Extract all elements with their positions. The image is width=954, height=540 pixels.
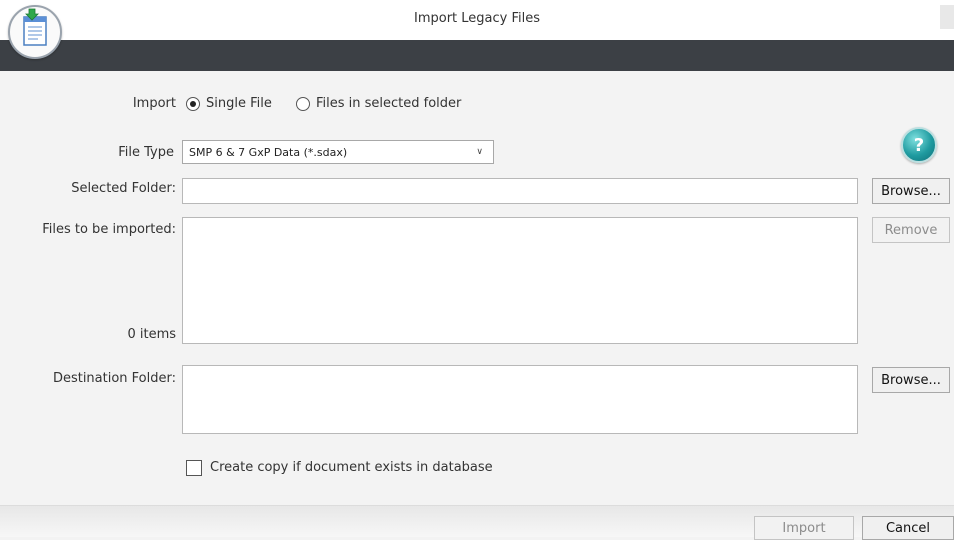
radio-files-in-folder-label: Files in selected folder [316, 96, 462, 111]
selected-folder-field[interactable] [182, 178, 858, 204]
browse-selected-folder-button[interactable]: Browse... [872, 178, 950, 204]
destination-folder-label: Destination Folder: [52, 371, 176, 386]
import-label: Import [132, 96, 176, 111]
browse-destination-button[interactable]: Browse... [872, 367, 950, 393]
title-bar: Import Legacy Files [0, 0, 954, 40]
header-bar [0, 40, 954, 71]
help-icon[interactable]: ? [901, 127, 937, 163]
selected-folder-label: Selected Folder: [71, 181, 176, 196]
window-control-button[interactable] [940, 5, 954, 29]
file-type-select[interactable]: SMP 6 & 7 GxP Data (*.sdax) ∨ [182, 140, 494, 164]
file-type-label: File Type [118, 145, 174, 160]
import-button[interactable]: Import [754, 516, 854, 540]
radio-button-checked[interactable] [186, 96, 200, 111]
remove-button[interactable]: Remove [872, 217, 950, 243]
create-copy-label: Create copy if document exists in databa… [210, 460, 493, 475]
radio-files-in-folder[interactable]: Files in selected folder [296, 96, 461, 111]
radio-single-file-label: Single File [206, 96, 272, 111]
file-type-value: SMP 6 & 7 GxP Data (*.sdax) [189, 146, 348, 159]
files-to-import-list[interactable] [182, 217, 858, 344]
destination-folder-field[interactable] [182, 365, 858, 434]
items-count: 0 items [127, 327, 176, 342]
document-import-icon [8, 5, 62, 59]
window-title: Import Legacy Files [413, 11, 540, 26]
create-copy-checkbox[interactable] [186, 460, 202, 476]
cancel-button[interactable]: Cancel [862, 516, 954, 540]
radio-button-unchecked[interactable] [296, 96, 310, 111]
radio-single-file[interactable]: Single File [186, 96, 272, 111]
files-to-import-label: Files to be imported: [42, 222, 176, 237]
chevron-down-icon: ∨ [476, 147, 483, 157]
